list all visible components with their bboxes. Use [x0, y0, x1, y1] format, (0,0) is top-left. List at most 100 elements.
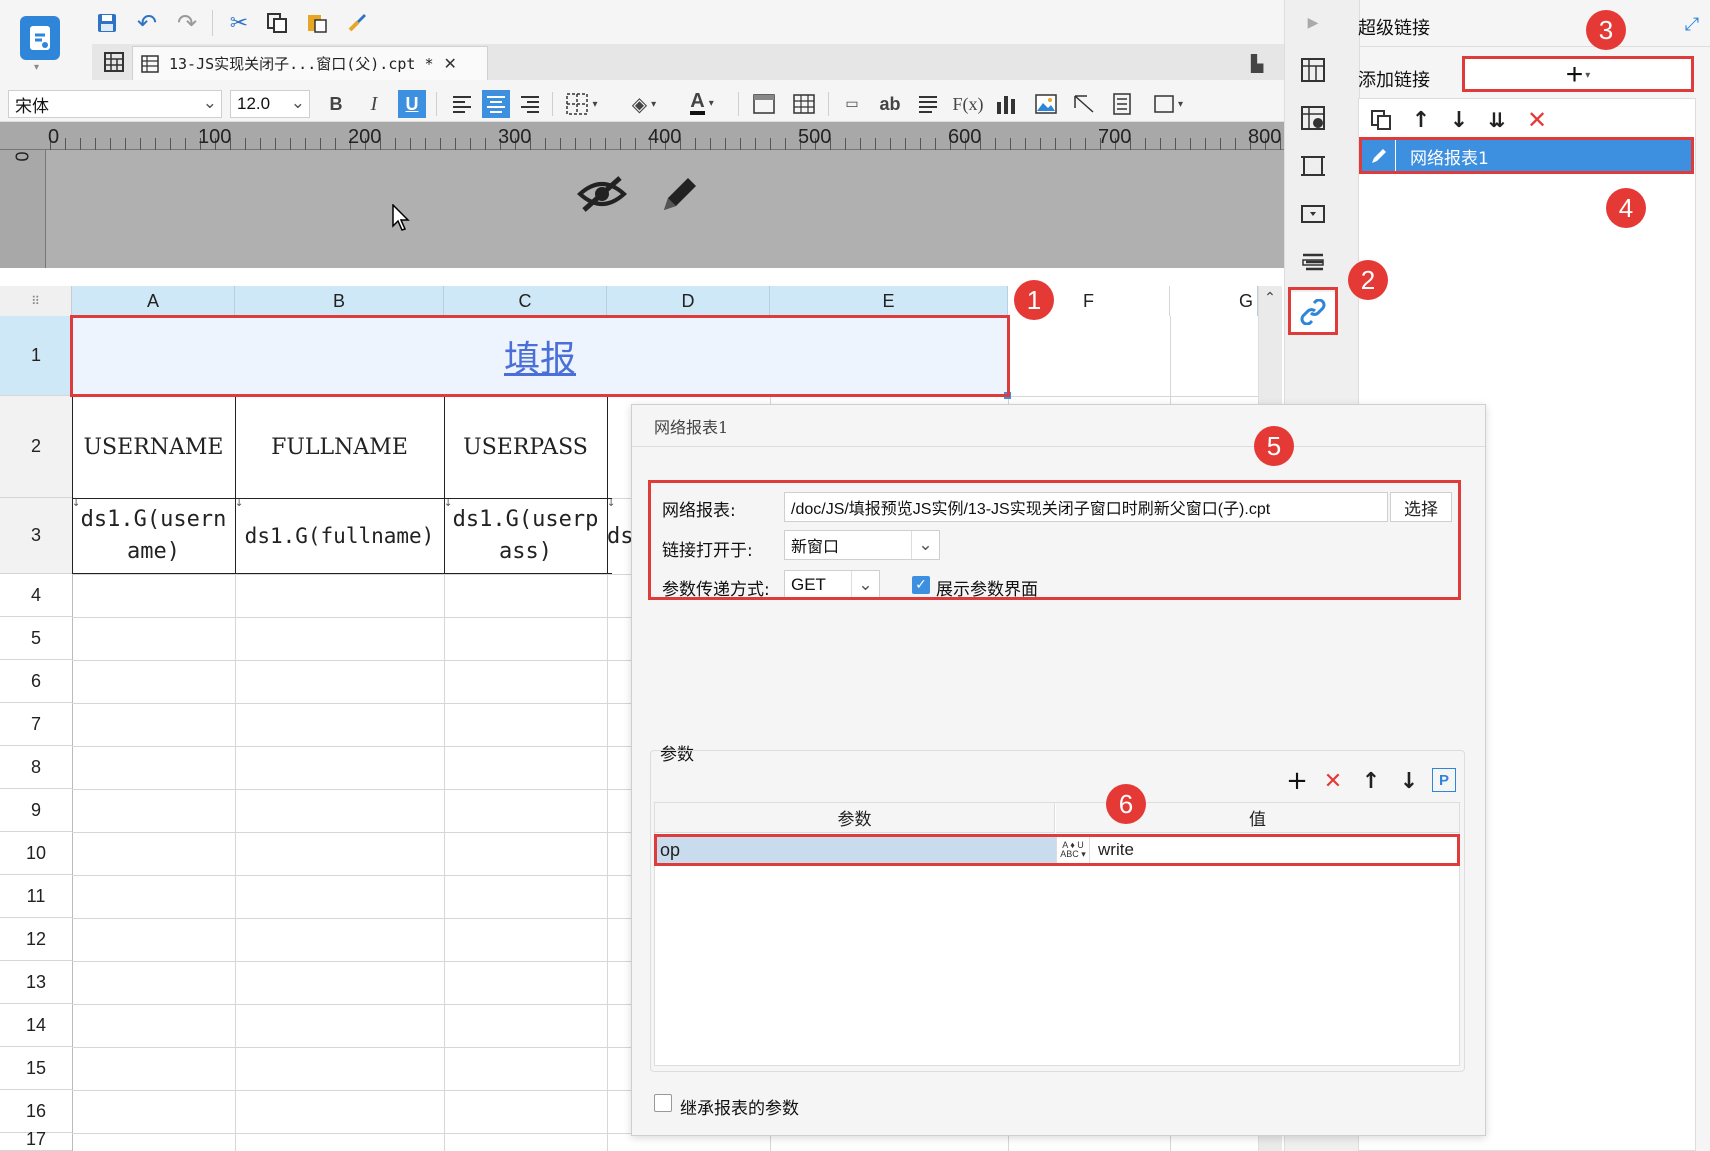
param-p-icon[interactable]: P	[1432, 768, 1456, 792]
step-badge-4: 4	[1606, 188, 1646, 228]
font-name-select[interactable]: 宋体 ⌄	[8, 90, 222, 118]
grid-corner[interactable]: ⠿	[0, 286, 72, 316]
underline-button[interactable]: U	[398, 90, 426, 118]
expand-arrow-icon: ↓	[72, 498, 81, 509]
insert-text-icon[interactable]: ▭	[838, 90, 866, 118]
document-tab[interactable]: 13-JS实现关闭子...窗口(父).cpt * ✕	[132, 46, 488, 80]
expand-arrow-icon: ↓	[444, 498, 453, 509]
copy-icon[interactable]	[262, 8, 292, 38]
scroll-up-icon[interactable]: ⌃	[1258, 288, 1282, 308]
align-right-icon[interactable]	[516, 90, 544, 118]
format-painter-icon[interactable]	[342, 8, 372, 38]
row-header[interactable]: 13	[0, 961, 72, 1004]
image-icon[interactable]	[1032, 90, 1060, 118]
delete-link-icon[interactable]: ✕	[1520, 104, 1554, 136]
split-cells-icon[interactable]	[790, 90, 818, 118]
data-cell-userpass[interactable]: ds1.G(userpass)	[450, 500, 601, 572]
paragraph-icon[interactable]	[914, 90, 942, 118]
formula-button[interactable]: F(x)	[952, 90, 984, 118]
edit-pencil-icon[interactable]	[652, 166, 708, 222]
row-header[interactable]: 12	[0, 918, 72, 961]
ruler-mark: 500	[798, 126, 832, 148]
eye-hidden-icon[interactable]	[574, 166, 630, 222]
sub-report-icon[interactable]	[1108, 90, 1136, 118]
sort-icon[interactable]: ⇊	[1480, 104, 1514, 136]
condition-attributes-icon[interactable]	[1290, 98, 1336, 138]
ruler-mark: 800	[1248, 126, 1282, 148]
row-header[interactable]: 9	[0, 789, 72, 832]
row-header[interactable]: 3	[0, 498, 72, 574]
row-header[interactable]: 2	[0, 396, 72, 498]
app-logo[interactable]	[20, 16, 60, 60]
column-header-b[interactable]: B	[235, 286, 444, 316]
data-cell-d[interactable]: ds	[607, 500, 633, 572]
row-header[interactable]: 1	[0, 316, 72, 396]
app-logo-dropdown-icon[interactable]: ▾	[34, 62, 39, 73]
font-color-icon[interactable]: A ▾	[680, 88, 724, 118]
data-cell-username[interactable]: ds1.G(username)	[78, 500, 229, 572]
highlight-title-cell	[70, 315, 1010, 397]
panel-expand-icon[interactable]: ⤢	[1680, 12, 1704, 36]
row-header[interactable]: 16	[0, 1090, 72, 1133]
cell-attributes-icon[interactable]	[1290, 50, 1336, 90]
report-grid-icon[interactable]	[100, 48, 128, 76]
collapse-arrow-icon[interactable]: ▶	[1300, 10, 1326, 36]
close-tab-icon[interactable]: ✕	[444, 54, 457, 73]
cell-element-icon[interactable]: ▾	[1148, 90, 1188, 118]
panel-divider	[1360, 46, 1710, 47]
copy-link-icon[interactable]	[1364, 104, 1398, 136]
row-header[interactable]: 14	[0, 1004, 72, 1047]
fill-color-icon[interactable]: ◈ ▾	[622, 90, 666, 118]
row-header[interactable]: 17	[0, 1129, 72, 1151]
column-header-a[interactable]: A	[72, 286, 235, 316]
vertical-ruler-zero: 0	[12, 151, 33, 162]
row-header[interactable]: 15	[0, 1047, 72, 1090]
move-down-icon[interactable]: ↓	[1442, 104, 1476, 136]
redo-icon[interactable]: ↷	[172, 8, 202, 38]
row-header[interactable]: 5	[0, 617, 72, 660]
app-logo-icon	[30, 26, 50, 50]
data-column-icon[interactable]	[1290, 242, 1336, 282]
row-header[interactable]: 6	[0, 660, 72, 703]
panel-title: 超级链接	[1358, 18, 1430, 39]
cell-element-icon[interactable]	[1290, 146, 1336, 186]
toolbar-divider	[738, 92, 739, 116]
row-header[interactable]: 8	[0, 746, 72, 789]
border-icon[interactable]: ▾	[562, 90, 602, 118]
ab-text-button[interactable]: ab	[876, 90, 904, 118]
expand-arrow-icon: ↓	[607, 498, 616, 509]
row-header[interactable]: 10	[0, 832, 72, 875]
chart-icon[interactable]	[992, 90, 1020, 118]
align-left-icon[interactable]	[448, 90, 476, 118]
header-cell-username[interactable]: USERNAME	[72, 396, 235, 498]
inherit-params-checkbox[interactable]	[654, 1094, 672, 1112]
undo-icon[interactable]: ↶	[132, 8, 162, 38]
column-header-e[interactable]: E	[770, 286, 1008, 316]
move-up-icon[interactable]: ↑	[1404, 104, 1438, 136]
widget-settings-icon[interactable]	[1290, 194, 1336, 234]
column-header-c[interactable]: C	[444, 286, 607, 316]
param-up-icon[interactable]: ↑	[1356, 766, 1386, 796]
italic-button[interactable]: I	[360, 90, 388, 118]
bold-button[interactable]: B	[322, 90, 350, 118]
merge-cells-icon[interactable]	[750, 90, 778, 118]
save-icon[interactable]	[92, 8, 122, 38]
header-cell-fullname[interactable]: FULLNAME	[235, 396, 444, 498]
row-header[interactable]: 11	[0, 875, 72, 918]
add-param-icon[interactable]: +	[1282, 766, 1312, 796]
row-header[interactable]: 7	[0, 703, 72, 746]
align-center-icon[interactable]	[482, 90, 510, 118]
param-down-icon[interactable]: ↓	[1394, 766, 1424, 796]
slash-icon[interactable]	[1070, 90, 1098, 118]
cut-icon[interactable]: ✂	[224, 8, 254, 38]
header-cell-userpass[interactable]: USERPASS	[444, 396, 607, 498]
paste-icon[interactable]	[302, 8, 332, 38]
delete-param-icon[interactable]: ✕	[1318, 766, 1348, 796]
column-header-g[interactable]: G	[1170, 286, 1258, 316]
column-header-d[interactable]: D	[607, 286, 770, 316]
font-size-select[interactable]: 12.0 ⌄	[230, 90, 310, 118]
row-header[interactable]: 4	[0, 574, 72, 617]
data-cell-fullname[interactable]: ds1.G(fullname)	[235, 500, 444, 572]
tab-menu-icon[interactable]: ▙	[1244, 50, 1270, 76]
ruler-mark: 200	[348, 126, 382, 148]
